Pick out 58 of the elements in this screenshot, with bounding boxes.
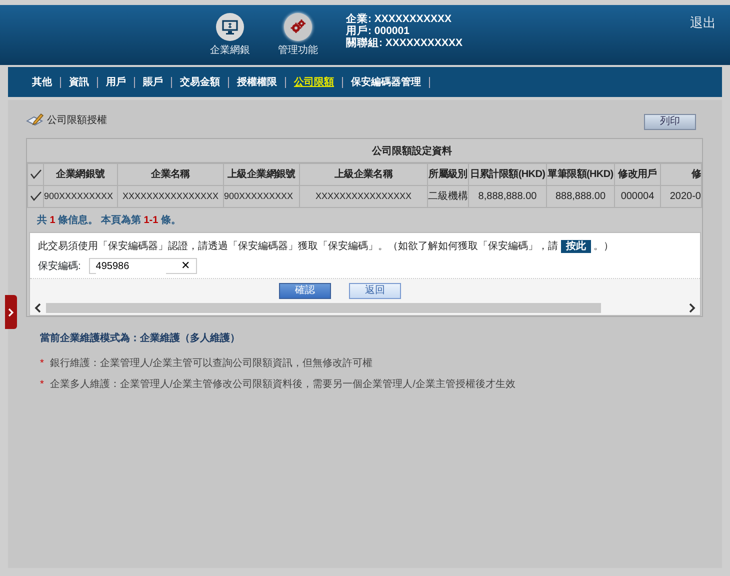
bullet-marker: * bbox=[40, 378, 44, 392]
column-header: 日累計限額(HKD) bbox=[468, 164, 546, 186]
account-info: 企業: XXXXXXXXXXX bbox=[346, 13, 452, 25]
logout-button[interactable]: 退出 bbox=[690, 13, 716, 32]
security-code-field[interactable]: 495986 ✕ bbox=[88, 258, 197, 274]
nav-item[interactable]: 其他 bbox=[24, 76, 61, 88]
nav-item[interactable]: 公司限額 bbox=[286, 76, 343, 88]
table-cell: 900XXXXXXXXX bbox=[44, 186, 118, 208]
module-button[interactable]: 管理功能 bbox=[278, 13, 318, 58]
table-cell: 000004 bbox=[614, 186, 660, 208]
table-cell: 二級機構 bbox=[428, 186, 468, 208]
table-cell: XXXXXXXXXXXXXXXX bbox=[118, 186, 224, 208]
column-header: 企業名稱 bbox=[118, 164, 224, 186]
bullet-marker: * bbox=[40, 357, 44, 371]
print-button[interactable]: 列印 bbox=[644, 114, 696, 130]
back-button[interactable]: 返回 bbox=[349, 283, 401, 299]
nav-item[interactable]: 保安編碼器管理 bbox=[343, 76, 430, 88]
note-text: 企業多人維護：企業管理人/企業主管修改公司限額資料後，需要另一個企業管理人/企業主管授權後才生效 bbox=[50, 378, 516, 392]
column-header: 上級企業網銀號 bbox=[224, 164, 300, 186]
column-header: 企業網銀號 bbox=[44, 164, 118, 186]
table-caption: 公司限額設定資料 bbox=[27, 139, 702, 163]
table-cell: 888,888.00 bbox=[546, 186, 614, 208]
account-info: 關聯組: XXXXXXXXXXX bbox=[346, 37, 462, 49]
nav-item[interactable]: 授權權限 bbox=[229, 76, 286, 88]
table-cell: 2020-0 bbox=[660, 186, 702, 208]
horizontal-scrollbar[interactable] bbox=[30, 301, 700, 315]
field-label: 保安編碼: bbox=[38, 260, 81, 274]
nav-item[interactable]: 交易金額 bbox=[172, 76, 229, 88]
scrollbar-thumb[interactable] bbox=[46, 303, 601, 313]
table-cell: 8,888,888.00 bbox=[468, 186, 546, 208]
column-header: 單筆限額(HKD) bbox=[546, 164, 614, 186]
note-text: 銀行維護：企業管理人/企業主管可以查詢公司限額資訊，但無修改許可權 bbox=[50, 356, 373, 371]
column-header: 上級企業名稱 bbox=[300, 164, 428, 186]
column-header: 所屬級別 bbox=[428, 164, 468, 186]
clear-button[interactable]: ✕ bbox=[180, 260, 190, 272]
account-info: 用戶: 000001 bbox=[346, 25, 410, 37]
mode-heading: 當前企業維護模式為：企業維護（多人維護） bbox=[40, 332, 241, 346]
chevron-right-icon bbox=[8, 308, 14, 316]
checkmark-icon[interactable] bbox=[30, 168, 42, 180]
help-link[interactable]: 按此 bbox=[560, 240, 591, 253]
record-summary: 共 1 條信息。 本頁為第 1-1 條。 bbox=[36, 214, 182, 228]
scroll-right-icon[interactable] bbox=[688, 303, 696, 313]
table-cell: 900XXXXXXXXX bbox=[224, 186, 300, 208]
module-button[interactable]: 企業網銀 bbox=[210, 13, 250, 58]
monitor-icon bbox=[222, 19, 238, 35]
table-cell: XXXXXXXXXXXXXXXX bbox=[300, 186, 428, 208]
gears-icon bbox=[289, 18, 307, 36]
notepad-pencil-icon bbox=[26, 112, 44, 128]
confirm-button[interactable]: 確認 bbox=[279, 283, 331, 299]
nav-item[interactable]: 賬戶 bbox=[135, 76, 172, 88]
checkmark-icon[interactable] bbox=[30, 190, 42, 202]
scroll-left-icon[interactable] bbox=[34, 303, 42, 313]
page-title: 公司限額授權 bbox=[47, 114, 107, 128]
column-header: 修改用戶 bbox=[614, 164, 660, 186]
dialog-message: 此交易須使用「保安編碼器」認證，請透過「保安編碼器」獲取「保安編碼」。（如欲了解如何獲取「保安編碼」，請 按此 。） bbox=[37, 239, 615, 255]
nav-item[interactable]: 用戶 bbox=[98, 76, 135, 88]
side-panel-toggle[interactable] bbox=[5, 295, 17, 329]
nav-item[interactable]: 資訊 bbox=[61, 76, 98, 88]
